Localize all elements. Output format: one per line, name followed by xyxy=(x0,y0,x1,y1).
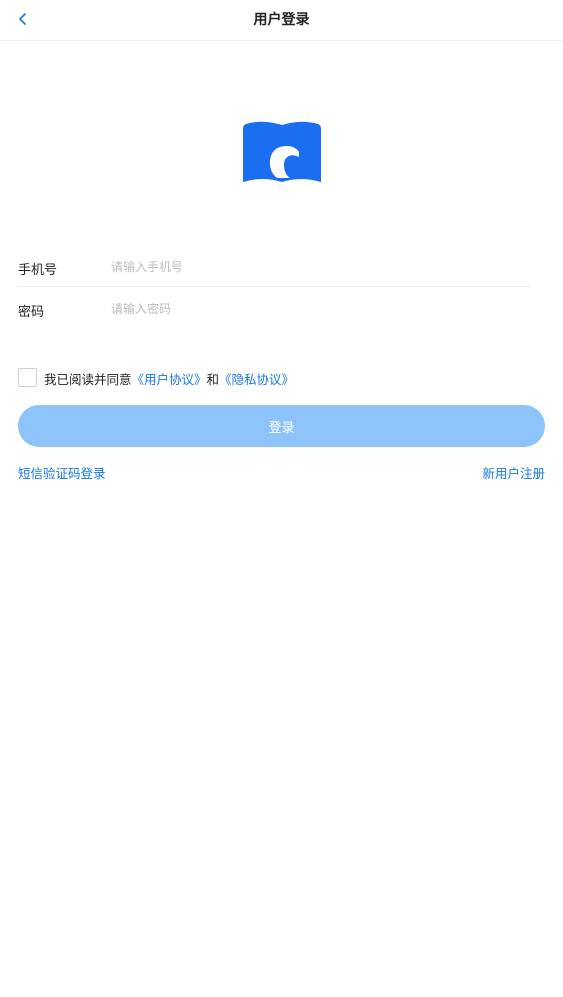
login-page: 用户登录 手机号 密码 我已阅读并同意《用户协议》和《隐私协议》 登录 短信验证… xyxy=(0,0,563,997)
password-label: 密码 xyxy=(18,305,45,320)
sms-login-link[interactable]: 短信验证码登录 xyxy=(18,463,106,482)
agreement-prefix: 我已阅读并同意 xyxy=(44,372,132,387)
phone-input[interactable] xyxy=(111,255,511,279)
page-title: 用户登录 xyxy=(253,12,310,28)
password-input[interactable] xyxy=(111,297,511,321)
login-button[interactable]: 登录 xyxy=(18,405,545,447)
password-row: 密码 xyxy=(18,289,530,329)
phone-label: 手机号 xyxy=(18,263,58,278)
privacy-agreement-link[interactable]: 《隐私协议》 xyxy=(219,372,294,387)
agreement-checkbox[interactable] xyxy=(18,368,37,387)
register-link[interactable]: 新用户注册 xyxy=(482,463,545,482)
user-agreement-link[interactable]: 《用户协议》 xyxy=(132,372,207,387)
agreement-text: 我已阅读并同意《用户协议》和《隐私协议》 xyxy=(44,369,294,388)
navbar: 用户登录 xyxy=(0,0,563,41)
agreement-and: 和 xyxy=(206,372,220,387)
app-logo-icon xyxy=(243,121,321,182)
phone-row: 手机号 xyxy=(18,247,530,287)
agreement-row: 我已阅读并同意《用户协议》和《隐私协议》 xyxy=(18,367,538,387)
